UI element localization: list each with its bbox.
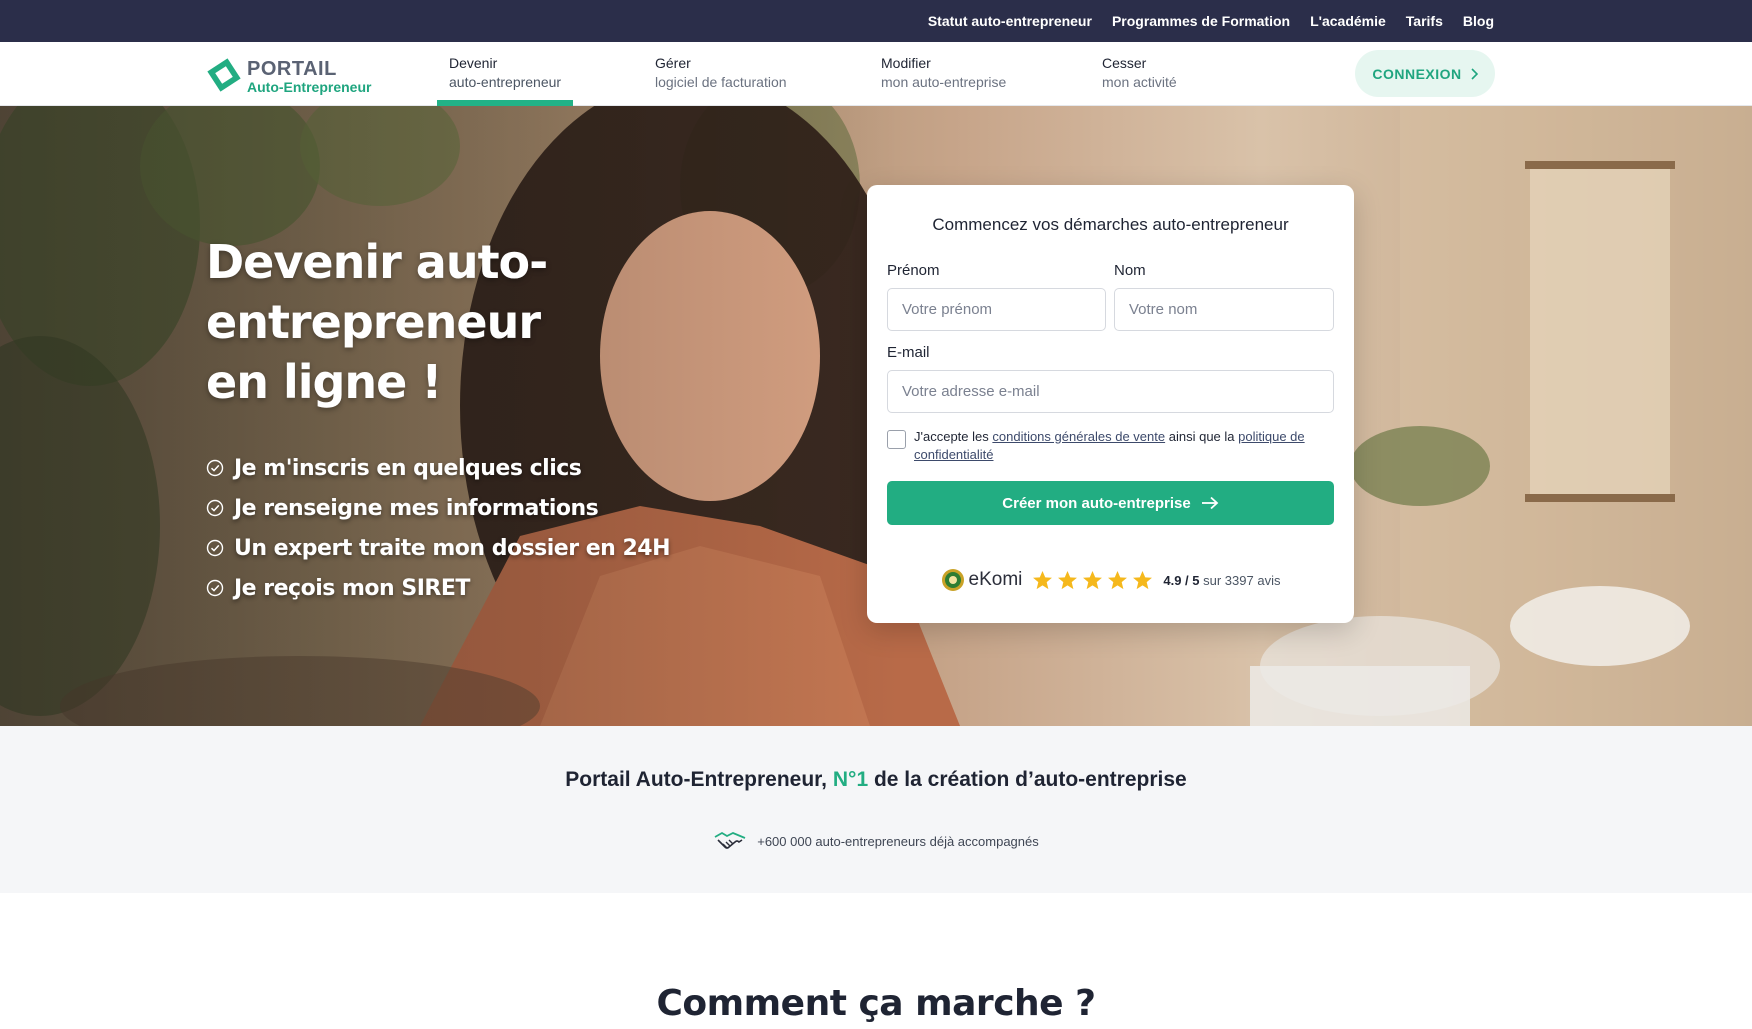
hero-benefit-item: Je reçois mon SIRET bbox=[206, 568, 670, 608]
logo-mark-icon bbox=[207, 58, 241, 92]
cgv-link[interactable]: conditions générales de vente bbox=[992, 429, 1165, 444]
chevron-right-icon bbox=[1471, 67, 1478, 80]
rating-count: sur 3397 avis bbox=[1203, 572, 1281, 588]
check-circle-icon bbox=[206, 499, 224, 517]
firstname-input[interactable] bbox=[887, 288, 1106, 331]
nav-item-title: Cesser bbox=[1102, 55, 1147, 71]
hero-title-line-3: en ligne ! bbox=[206, 355, 442, 409]
email-label: E-mail bbox=[887, 344, 930, 361]
hero-title: Devenir auto- entrepreneur en ligne ! bbox=[206, 232, 726, 412]
nav-item-cesser[interactable]: Cesser mon activité bbox=[1090, 54, 1189, 106]
trust-title-accent: N°1 bbox=[832, 768, 869, 791]
nav-item-subtitle: mon auto-entreprise bbox=[881, 74, 1007, 90]
trust-subtitle: +600 000 auto-entrepreneurs déjà accompa… bbox=[0, 829, 1752, 853]
consent-prefix: J'accepte les bbox=[914, 429, 989, 444]
rating-score-value: 4.9 / 5 bbox=[1163, 572, 1200, 588]
create-business-button[interactable]: Créer mon auto-entreprise bbox=[887, 481, 1334, 525]
login-button[interactable]: CONNEXION bbox=[1355, 50, 1495, 97]
nav-item-modifier[interactable]: Modifier mon auto-entreprise bbox=[869, 54, 1018, 106]
trust-title-prefix: Portail Auto-Entrepreneur, bbox=[565, 768, 828, 791]
star-icon bbox=[1108, 570, 1128, 589]
hero-benefit-item: Je m'inscris en quelques clics bbox=[206, 448, 670, 488]
hero-benefit-text: Je renseigne mes informations bbox=[234, 495, 599, 521]
hero-benefit-text: Je reçois mon SIRET bbox=[234, 575, 470, 601]
hero-title-line-2: entrepreneur bbox=[206, 295, 541, 349]
topbar-link-tarifs[interactable]: Tarifs bbox=[1406, 13, 1443, 29]
hero-shade-overlay bbox=[0, 106, 900, 726]
trust-title-suffix: de la création d’auto-entreprise bbox=[873, 768, 1187, 791]
trust-strip: Portail Auto-Entrepreneur, N°1 de la cré… bbox=[0, 726, 1752, 893]
lastname-input[interactable] bbox=[1114, 288, 1334, 331]
nav-item-subtitle: mon activité bbox=[1102, 74, 1177, 90]
star-icon bbox=[1058, 570, 1078, 589]
login-button-label: CONNEXION bbox=[1372, 65, 1462, 82]
logo-text-auto-entrepreneur: Auto-Entrepreneur bbox=[247, 79, 372, 95]
ekomi-logo: eKomi bbox=[941, 568, 1023, 592]
check-circle-icon bbox=[206, 539, 224, 557]
ekomi-badge-icon bbox=[941, 569, 964, 591]
signup-form-card: Commencez vos démarches auto-entrepreneu… bbox=[867, 185, 1354, 623]
ekomi-rating[interactable]: eKomi 4.9 / 5 sur 3397 avis bbox=[867, 565, 1354, 595]
check-circle-icon bbox=[206, 459, 224, 477]
trust-title: Portail Auto-Entrepreneur, N°1 de la cré… bbox=[0, 768, 1752, 792]
hero-benefit-item: Un expert traite mon dossier en 24H bbox=[206, 528, 671, 568]
logo-text-portail: PORTAIL bbox=[247, 58, 337, 80]
nav-item-devenir[interactable]: Devenir auto-entrepreneur bbox=[437, 54, 574, 106]
consent-text: J'accepte les conditions générales de ve… bbox=[914, 428, 1334, 464]
form-title: Commencez vos démarches auto-entrepreneu… bbox=[932, 215, 1289, 234]
topbar-link-academie[interactable]: L'académie bbox=[1310, 13, 1386, 29]
top-utility-links: Statut auto-entrepreneur Programmes de F… bbox=[928, 0, 1494, 42]
top-utility-bar: Statut auto-entrepreneur Programmes de F… bbox=[0, 0, 1752, 42]
trust-subtitle-text: +600 000 auto-entrepreneurs déjà accompa… bbox=[757, 833, 1039, 849]
hero-title-line-1: Devenir auto- bbox=[206, 235, 548, 289]
nav-item-title: Devenir bbox=[449, 55, 498, 71]
nav-item-subtitle: logiciel de facturation bbox=[655, 74, 787, 90]
nav-item-title: Modifier bbox=[881, 55, 931, 71]
topbar-link-statut[interactable]: Statut auto-entrepreneur bbox=[928, 13, 1092, 29]
main-navigation: PORTAIL Auto-Entrepreneur Devenir auto-e… bbox=[0, 42, 1752, 106]
arrow-right-icon bbox=[1201, 496, 1219, 510]
hero-benefits-list: Je m'inscris en quelques clics Je rensei… bbox=[206, 448, 671, 608]
star-icon bbox=[1083, 570, 1103, 589]
rating-score: 4.9 / 5 sur 3397 avis bbox=[1163, 573, 1280, 588]
site-logo[interactable]: PORTAIL Auto-Entrepreneur bbox=[206, 55, 386, 95]
ekomi-name: eKomi bbox=[968, 569, 1023, 590]
firstname-label: Prénom bbox=[887, 262, 940, 279]
consent-checkbox[interactable] bbox=[887, 430, 906, 449]
rating-stars bbox=[1032, 570, 1153, 591]
hero-benefit-item: Je renseigne mes informations bbox=[206, 488, 670, 528]
consent-middle: ainsi que la bbox=[1168, 429, 1235, 444]
hero-benefit-text: Je m'inscris en quelques clics bbox=[234, 455, 582, 481]
create-business-button-label: Créer mon auto-entreprise bbox=[1002, 494, 1191, 512]
nav-item-title: Gérer bbox=[655, 55, 691, 71]
handshake-icon bbox=[714, 831, 746, 849]
lastname-label: Nom bbox=[1114, 262, 1146, 279]
check-circle-icon bbox=[206, 579, 224, 597]
hero-benefit-text: Un expert traite mon dossier en 24H bbox=[234, 535, 671, 561]
nav-item-subtitle: auto-entrepreneur bbox=[449, 74, 562, 90]
topbar-link-blog[interactable]: Blog bbox=[1463, 13, 1494, 29]
star-icon bbox=[1133, 570, 1153, 589]
topbar-link-formation[interactable]: Programmes de Formation bbox=[1112, 13, 1290, 29]
email-input[interactable] bbox=[887, 370, 1334, 413]
nav-item-gerer[interactable]: Gérer logiciel de facturation bbox=[643, 54, 799, 106]
how-it-works-title: Comment ça marche ? bbox=[656, 983, 1097, 1024]
star-icon bbox=[1033, 570, 1053, 589]
